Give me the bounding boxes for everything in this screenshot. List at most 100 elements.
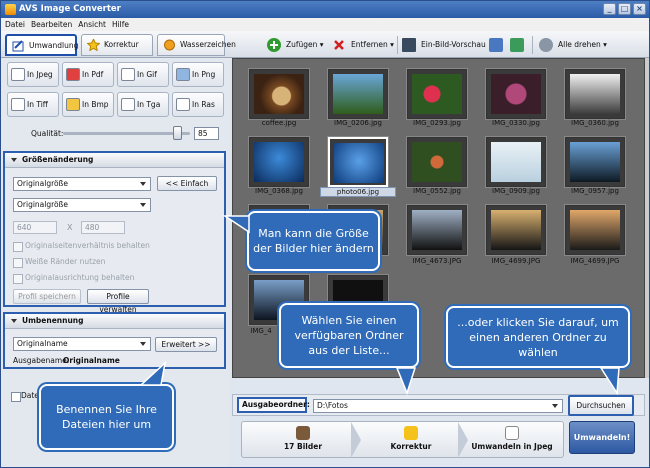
image-thumbnail-selected[interactable] [328, 137, 388, 187]
tab-watermark[interactable]: Wasserzeichen [157, 34, 236, 56]
image-thumbnail[interactable] [407, 69, 467, 119]
image-thumbnail[interactable] [486, 137, 546, 187]
step-images[interactable]: 17 Bilder [259, 423, 347, 456]
image-thumbnail[interactable] [565, 69, 625, 119]
preview-label: Ein-Bild-Vorschau [421, 40, 486, 49]
image-caption: IMG_0293.jpg [413, 119, 461, 127]
format-label: In Gif [137, 70, 157, 79]
image-caption-selected: photo06.jpg [320, 187, 396, 197]
convert-button[interactable]: Umwandeln! [569, 421, 635, 454]
app-icon [5, 4, 16, 15]
close-button[interactable]: × [633, 3, 646, 15]
format-png-button[interactable]: In Png [172, 62, 224, 87]
image-caption: IMG_4 [250, 327, 272, 335]
gallery-scrollbar[interactable] [645, 58, 649, 378]
rotate-left-button[interactable] [489, 37, 503, 53]
advanced-button[interactable]: Erweitert >> [155, 337, 217, 352]
image-thumbnail[interactable] [486, 69, 546, 119]
image-caption: coffee.jpg [261, 119, 297, 127]
step-correction[interactable]: Korrektur [367, 423, 455, 456]
toolbar-separator [397, 36, 398, 54]
menu-help[interactable]: Hilfe [112, 18, 129, 31]
image-caption: IMG_4673.JPG [412, 257, 462, 265]
image-thumbnail[interactable] [407, 137, 467, 187]
output-name-value: Originalname [63, 356, 120, 365]
add-button[interactable]: Zufügen ▾ [267, 37, 324, 53]
format-ras-button[interactable]: In Ras [172, 92, 224, 117]
title-bar: AVS Image Converter _ □ × [1, 1, 649, 18]
save-profile-button[interactable]: Profil speichern [13, 289, 81, 304]
width-input[interactable]: 640 [13, 221, 57, 234]
resize-preset-select[interactable]: Originalgröße [13, 177, 151, 191]
convert-icon [12, 40, 25, 52]
resize-section-header[interactable]: Größenänderung [5, 153, 224, 168]
menu-edit[interactable]: Bearbeiten [31, 18, 72, 31]
step-label: Korrektur [390, 442, 432, 451]
image-thumbnail[interactable] [328, 69, 388, 119]
height-input[interactable]: 480 [81, 221, 125, 234]
format-bmp-button[interactable]: In Bmp [62, 92, 114, 117]
output-name-label: Ausgabename: [13, 356, 70, 365]
output-folder-select[interactable]: D:\Fotos [313, 399, 563, 413]
image-caption: IMG_0909.jpg [492, 187, 540, 195]
format-gif-button[interactable]: In Gif [117, 62, 169, 87]
folder-tip-callout: Wählen Sie einen verfügbaren Ordner aus … [279, 303, 419, 368]
quality-slider-track[interactable] [63, 132, 190, 135]
format-jpeg-button[interactable]: In Jpeg [7, 62, 59, 87]
rotate-all-button[interactable]: Alle drehen ▾ [539, 37, 607, 53]
size-separator: X [67, 223, 73, 232]
step-arrow [351, 422, 361, 458]
minimize-button[interactable]: _ [603, 3, 616, 15]
rename-select[interactable]: Originalname [13, 337, 151, 351]
keep-aspect-checkbox[interactable]: Originalseitenverhältnis behalten [13, 241, 150, 252]
format-label: In Bmp [82, 100, 109, 109]
menu-view[interactable]: Ansicht [78, 18, 106, 31]
file-checkbox[interactable]: Datei [10, 391, 41, 402]
plus-icon [267, 38, 281, 52]
keep-orientation-checkbox[interactable]: Originalausrichtung behalten [13, 273, 134, 284]
image-thumbnail[interactable] [565, 137, 625, 187]
format-tga-button[interactable]: In Tga [117, 92, 169, 117]
image-thumbnail[interactable] [249, 69, 309, 119]
rename-tip-callout: Benennen Sie Ihre Dateien hier um [39, 384, 174, 450]
tiff-icon [11, 98, 25, 111]
size-select[interactable]: Originalgröße [13, 198, 151, 212]
browse-tip-callout: ...oder klicken Sie darauf, um einen and… [446, 306, 630, 368]
tab-correction[interactable]: Korrektur [81, 34, 153, 56]
rotate-right-button[interactable] [510, 37, 524, 53]
tab-conversion[interactable]: Umwandlung [5, 34, 79, 56]
rename-tip-pointer [139, 361, 167, 386]
step-convert-format[interactable]: Umwandeln in Jpeg [463, 423, 561, 456]
single-preview-button[interactable]: Ein-Bild-Vorschau [402, 37, 486, 53]
image-thumbnail[interactable] [486, 205, 546, 255]
browse-button[interactable]: Durchsuchen [568, 395, 634, 416]
manage-profiles-button[interactable]: Profile verwalten [87, 289, 149, 314]
rename-section-header[interactable]: Umbenennung [5, 314, 224, 329]
watermark-icon [163, 39, 176, 51]
rotate-left-icon [489, 38, 503, 52]
folder-tip-pointer [395, 367, 417, 396]
image-thumbnail[interactable] [407, 205, 467, 255]
quality-slider-thumb[interactable] [173, 126, 182, 140]
image-caption: IMG_4699.JPG [491, 257, 541, 265]
app-window: AVS Image Converter _ □ × Datei Bearbeit… [0, 0, 650, 468]
toolbar-separator [532, 36, 533, 54]
remove-button[interactable]: Entfernen ▾ [332, 37, 394, 53]
monitor-icon [402, 38, 416, 52]
image-thumbnail[interactable] [565, 205, 625, 255]
browse-tip-pointer [599, 367, 620, 396]
image-thumbnail[interactable] [249, 137, 309, 187]
menu-file[interactable]: Datei [5, 18, 25, 31]
tab-conversion-label: Umwandlung [29, 41, 79, 50]
maximize-button[interactable]: □ [618, 3, 631, 15]
format-tiff-button[interactable]: In Tiff [7, 92, 59, 117]
white-borders-checkbox[interactable]: Weiße Ränder nutzen [13, 257, 105, 268]
image-caption: IMG_0360.jpg [571, 119, 619, 127]
format-pdf-button[interactable]: In Pdf [62, 62, 114, 87]
image-caption: IMG_0206.jpg [334, 119, 382, 127]
quality-value-input[interactable]: 85 [194, 127, 219, 140]
simple-mode-button[interactable]: << Einfach [157, 176, 217, 191]
tab-correction-label: Korrektur [104, 40, 139, 49]
step-label: 17 Bilder [283, 442, 323, 451]
document-icon [505, 426, 519, 440]
